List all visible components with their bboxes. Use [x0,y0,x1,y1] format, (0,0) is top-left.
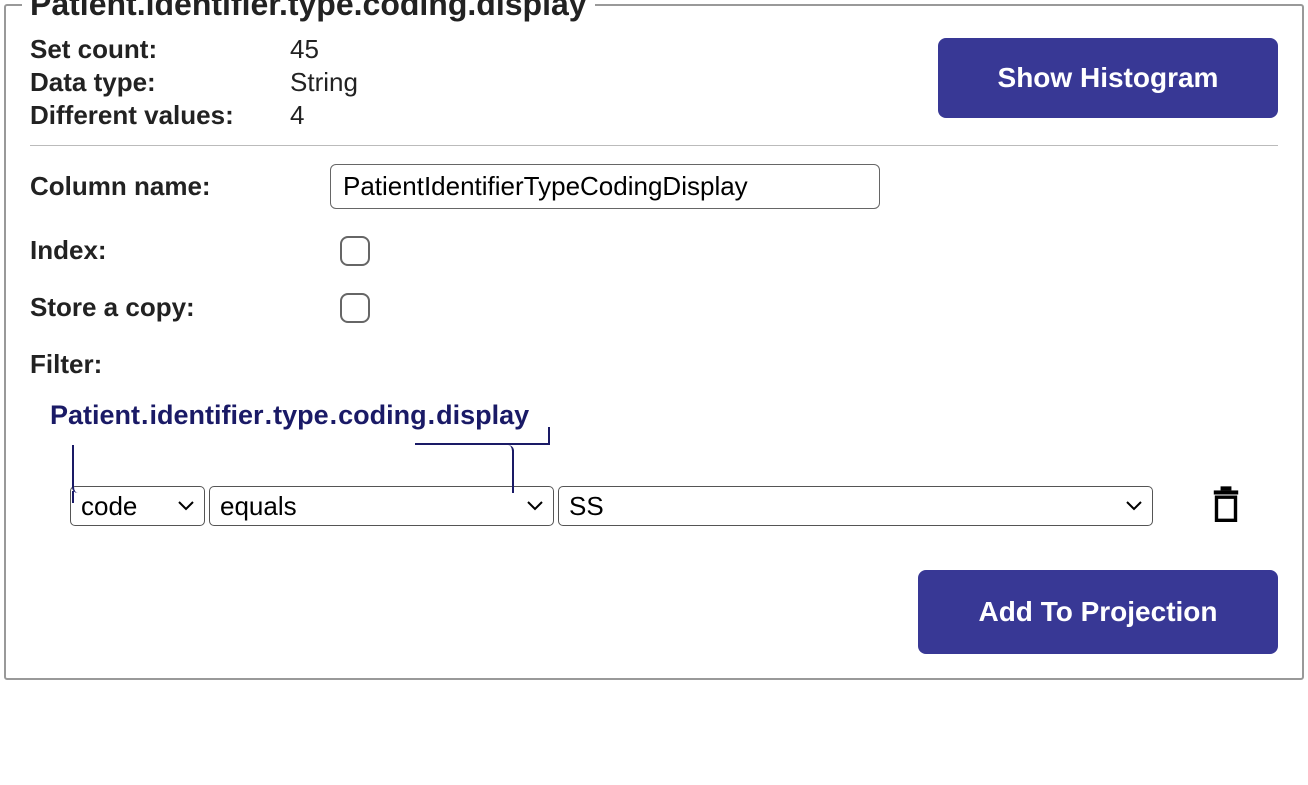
column-name-row: Column name: [30,164,1278,209]
add-to-projection-button[interactable]: Add To Projection [918,570,1278,654]
set-count-value: 45 [290,34,358,65]
index-checkbox[interactable] [340,236,370,266]
footer: Add To Projection [30,570,1278,654]
show-histogram-button[interactable]: Show Histogram [938,38,1278,118]
diff-values-label: Different values: [30,100,290,131]
diff-values-value: 4 [290,100,358,131]
field-detail-panel: Patient.identifier.type.coding.display S… [4,4,1304,680]
store-copy-checkbox[interactable] [340,293,370,323]
delete-filter-button[interactable] [1205,481,1247,530]
trash-icon [1209,485,1243,523]
info-grid: Set count: 45 Data type: String Differen… [30,34,358,131]
store-copy-label: Store a copy: [30,292,330,323]
path-segment-coding[interactable]: coding [338,400,427,431]
path-segment-identifier[interactable]: identifier [150,400,264,431]
summary-section: Set count: 45 Data type: String Differen… [30,16,1278,146]
path-segment-type[interactable]: type [273,400,329,431]
index-label: Index: [30,235,330,266]
path-segment-patient[interactable]: Patient [50,400,140,431]
column-name-input[interactable] [330,164,880,209]
panel-legend: Patient.identifier.type.coding.display [22,0,595,23]
filter-value-select[interactable]: SS [558,486,1153,526]
filter-label: Filter: [30,349,1278,380]
set-count-label: Set count: [30,34,290,65]
path-separator: . [140,400,150,431]
path-separator: . [427,400,437,431]
column-name-label: Column name: [30,171,330,202]
data-type-label: Data type: [30,67,290,98]
index-row: Index: [30,235,1278,266]
data-type-value: String [290,67,358,98]
filter-connector [50,431,1278,477]
path-separator: . [264,400,274,431]
store-copy-row: Store a copy: [30,292,1278,323]
filter-path: Patient.identifier.type.coding.display [50,400,1278,431]
path-separator: . [329,400,339,431]
form-section: Column name: Index: Store a copy: Filter… [30,146,1278,654]
